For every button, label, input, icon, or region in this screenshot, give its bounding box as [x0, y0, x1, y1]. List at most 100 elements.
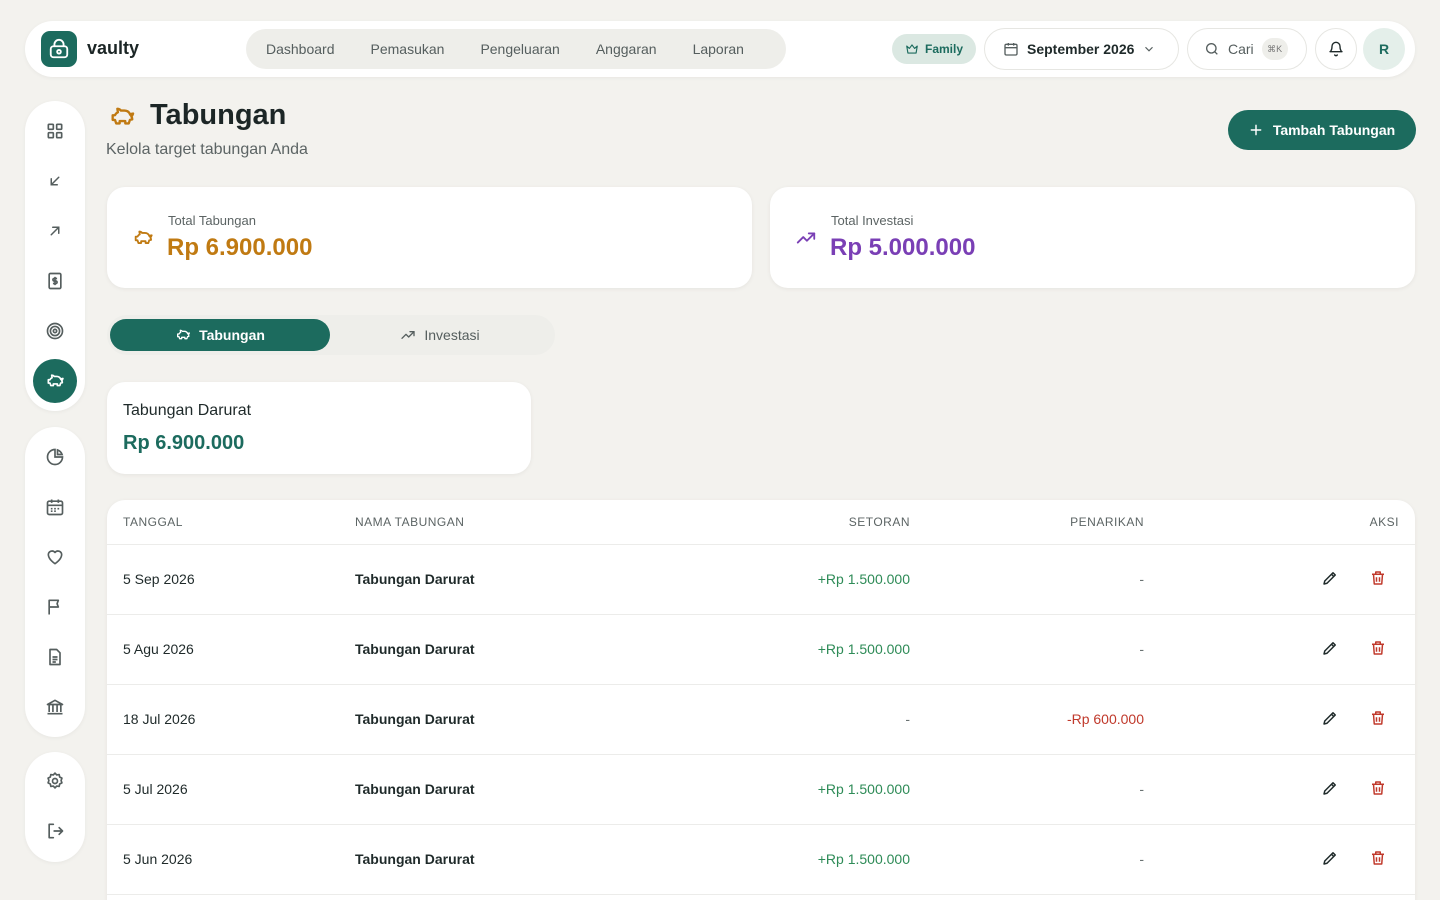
bank-icon [46, 699, 64, 715]
sidebar-item-budget[interactable] [33, 259, 77, 303]
cell-withdrawal: - [1139, 781, 1144, 797]
sidebar-secondary [25, 427, 85, 737]
goal-name: Tabungan Darurat [123, 402, 252, 419]
savings-goal-card[interactable]: Tabungan Darurat Rp 6.900.000 [107, 382, 531, 474]
page-title: Tabungan [150, 99, 287, 131]
nav-item-anggaran[interactable]: Anggaran [578, 41, 675, 57]
heart-icon [47, 550, 63, 565]
logout-icon [48, 823, 64, 839]
sidebar-bottom [25, 752, 85, 862]
cell-deposit: +Rp 1.500.000 [817, 781, 910, 797]
brand-name: vaulty [87, 38, 140, 58]
nav-item-dashboard[interactable]: Dashboard [248, 41, 353, 57]
cell-name: Tabungan Darurat [355, 781, 475, 797]
trending-up-icon [796, 232, 816, 244]
sidebar-item-calendar[interactable] [33, 485, 77, 529]
piggy-bank-icon [134, 230, 153, 244]
edit-icon[interactable] [1321, 849, 1341, 869]
search-shortcut: ⌘K [1261, 38, 1288, 60]
cell-deposit: +Rp 1.500.000 [817, 851, 910, 867]
total-investment-label: Total Investasi [831, 213, 914, 228]
sidebar-item-goals[interactable] [33, 309, 77, 353]
sidebar-item-wishlist[interactable] [33, 535, 77, 579]
total-investment-card: Total Investasi Rp 5.000.000 [770, 187, 1415, 288]
trash-icon[interactable] [1369, 569, 1389, 589]
avatar[interactable]: R [1363, 28, 1405, 70]
main-nav: Dashboard Pemasukan Pengeluaran Anggaran… [246, 29, 786, 69]
table-row[interactable]: 5 Jul 2026 Tabungan Darurat +Rp 1.500.000 - [107, 755, 1415, 825]
top-bar: vaulty Dashboard Pemasukan Pengeluaran A… [25, 21, 1415, 77]
column-header-date: TANGGAL [123, 515, 183, 529]
edit-icon[interactable] [1321, 709, 1341, 729]
savings-tabs: Tabungan Investasi [107, 315, 555, 355]
trash-icon[interactable] [1369, 779, 1389, 799]
cell-withdrawal: - [1139, 571, 1144, 587]
sidebar-item-reports[interactable] [33, 435, 77, 479]
table-row[interactable]: 5 Sep 2026 Tabungan Darurat +Rp 1.500.000 - [107, 545, 1415, 615]
table-row[interactable]: 5 Jun 2026 Tabungan Darurat +Rp 1.500.000 - [107, 825, 1415, 895]
column-header-name: NAMA TABUNGAN [355, 515, 465, 529]
table-row[interactable]: 18 Jul 2026 Tabungan Darurat - -Rp 600.000 [107, 685, 1415, 755]
cell-date: 5 Jun 2026 [123, 851, 193, 867]
tab-investment[interactable]: Investasi [330, 319, 550, 351]
logo[interactable] [41, 31, 77, 67]
edit-icon[interactable] [1321, 569, 1341, 589]
notifications-button[interactable] [1315, 28, 1357, 70]
add-savings-label: Tambah Tabungan [1272, 122, 1396, 138]
trash-icon[interactable] [1369, 639, 1389, 659]
cell-date: 5 Jul 2026 [123, 781, 188, 797]
cell-deposit: - [905, 711, 910, 727]
tab-savings-label: Tabungan [199, 327, 265, 343]
transactions-table: TANGGAL NAMA TABUNGAN SETORAN PENARIKAN … [107, 500, 1415, 900]
sidebar-item-dashboard[interactable] [33, 109, 77, 153]
tab-investment-label: Investasi [424, 327, 480, 343]
tab-savings[interactable]: Tabungan [110, 319, 330, 351]
total-savings-value: Rp 6.900.000 [167, 234, 313, 261]
sidebar-item-logout[interactable] [33, 809, 77, 853]
sidebar-item-expense[interactable] [33, 209, 77, 253]
crown-icon [906, 44, 918, 54]
cell-withdrawal: - [1139, 851, 1144, 867]
receipt-icon [48, 272, 62, 290]
trash-icon[interactable] [1369, 849, 1389, 869]
piggy-bank-icon [111, 107, 135, 125]
arrow-up-right-icon [50, 226, 60, 236]
edit-icon[interactable] [1321, 639, 1341, 659]
cell-name: Tabungan Darurat [355, 711, 475, 727]
sidebar-item-documents[interactable] [33, 635, 77, 679]
cell-withdrawal: - [1139, 641, 1144, 657]
vault-icon [49, 38, 69, 59]
cell-name: Tabungan Darurat [355, 571, 475, 587]
flag-icon [48, 599, 60, 615]
column-header-deposit: SETORAN [848, 515, 910, 529]
target-icon [46, 322, 64, 340]
sidebar-item-savings[interactable] [33, 359, 77, 403]
calendar-icon [46, 499, 64, 516]
search-label: Cari [1228, 41, 1254, 57]
sidebar-primary [25, 101, 85, 411]
column-header-withdrawal: PENARIKAN [1070, 515, 1144, 529]
pie-chart-icon [46, 448, 64, 466]
nav-item-laporan[interactable]: Laporan [675, 41, 762, 57]
add-savings-button[interactable]: Tambah Tabungan [1228, 110, 1416, 150]
settings-icon [47, 772, 63, 789]
calendar-icon [1004, 43, 1018, 56]
search-button[interactable]: Cari ⌘K [1187, 28, 1307, 70]
family-button[interactable]: Family [892, 34, 976, 64]
page-subtitle: Kelola target tabungan Anda [106, 141, 308, 158]
search-icon [1206, 43, 1218, 55]
edit-icon[interactable] [1321, 779, 1341, 799]
sidebar-item-accounts[interactable] [33, 685, 77, 729]
trending-up-icon [401, 331, 416, 339]
table-row[interactable]: 5 Agu 2026 Tabungan Darurat +Rp 1.500.000 - [107, 615, 1415, 685]
total-investment-value: Rp 5.000.000 [830, 234, 976, 261]
period-selector[interactable]: September 2026 [984, 28, 1179, 70]
cell-date: 5 Sep 2026 [123, 571, 195, 587]
cell-date: 5 Agu 2026 [123, 641, 194, 657]
sidebar-item-income[interactable] [33, 159, 77, 203]
trash-icon[interactable] [1369, 709, 1389, 729]
nav-item-pengeluaran[interactable]: Pengeluaran [462, 41, 577, 57]
nav-item-pemasukan[interactable]: Pemasukan [353, 41, 463, 57]
sidebar-item-settings[interactable] [33, 759, 77, 803]
sidebar-item-milestones[interactable] [33, 585, 77, 629]
